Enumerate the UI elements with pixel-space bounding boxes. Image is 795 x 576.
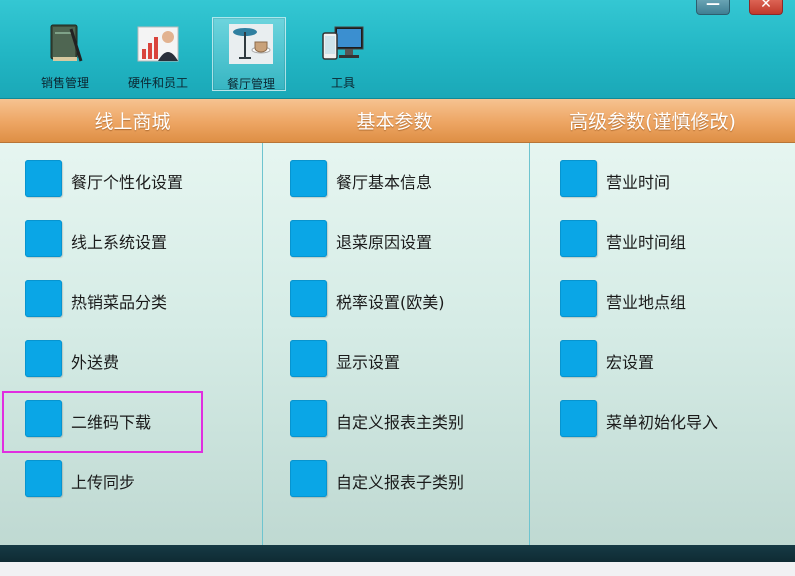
tile-icon xyxy=(25,340,62,377)
menu-item[interactable]: 显示设置 xyxy=(290,340,530,380)
footer-bar xyxy=(0,545,795,562)
devices-icon xyxy=(322,26,364,60)
menu-item[interactable]: 税率设置(欧美) xyxy=(290,280,530,320)
toolbar-label: 工具 xyxy=(330,76,355,90)
ledger-book-icon xyxy=(50,24,83,62)
minimize-icon: — xyxy=(706,0,720,12)
menu-item[interactable]: 餐厅基本信息 xyxy=(290,160,530,200)
top-toolbar: 销售管理 硬件和员工 餐厅管理 工具 — ✕ xyxy=(0,0,795,99)
tile-icon xyxy=(25,160,62,197)
bottom-strip xyxy=(0,562,795,576)
tile-icon xyxy=(560,400,597,437)
menu-item[interactable]: 营业地点组 xyxy=(560,280,795,320)
menu-item[interactable]: 上传同步 xyxy=(25,460,265,500)
staff-chart-icon xyxy=(137,26,179,62)
menu-item-label: 宏设置 xyxy=(606,353,655,372)
menu-item[interactable]: 线上系统设置 xyxy=(25,220,265,260)
menu-item-label: 退菜原因设置 xyxy=(336,233,433,252)
menu-item-label: 营业时间组 xyxy=(606,233,687,252)
tile-icon xyxy=(25,400,62,437)
menu-item-qrcode-download[interactable]: 二维码下载 xyxy=(25,400,265,440)
close-button[interactable]: ✕ xyxy=(749,0,783,15)
tile-icon xyxy=(25,460,62,497)
tile-icon xyxy=(290,220,327,257)
menu-item[interactable]: 外送费 xyxy=(25,340,265,380)
menu-item[interactable]: 自定义报表主类别 xyxy=(290,400,530,440)
menu-item-label: 热销菜品分类 xyxy=(71,293,168,312)
tile-icon xyxy=(290,160,327,197)
menu-item[interactable]: 热销菜品分类 xyxy=(25,280,265,320)
menu-item-label: 线上系统设置 xyxy=(71,233,168,252)
menu-item[interactable]: 餐厅个性化设置 xyxy=(25,160,265,200)
tile-icon xyxy=(290,280,327,317)
menu-item-label: 二维码下载 xyxy=(71,413,152,432)
column-header-bar: 线上商城 基本参数 高级参数(谨慎修改) xyxy=(0,99,795,143)
menu-item-label: 显示设置 xyxy=(336,353,401,372)
menu-item-label: 外送费 xyxy=(71,353,120,372)
toolbar-label: 销售管理 xyxy=(40,76,89,90)
menu-item-label: 上传同步 xyxy=(71,473,136,492)
menu-item-label: 营业地点组 xyxy=(606,293,687,312)
tile-icon xyxy=(25,220,62,257)
tile-icon xyxy=(290,400,327,437)
menu-item[interactable]: 菜单初始化导入 xyxy=(560,400,795,440)
menu-item[interactable]: 退菜原因设置 xyxy=(290,220,530,260)
menu-item-label: 餐厅基本信息 xyxy=(336,173,433,192)
toolbar-label: 硬件和员工 xyxy=(127,76,188,90)
tile-icon xyxy=(560,340,597,377)
toolbar-label: 餐厅管理 xyxy=(226,77,275,91)
menu-item-label: 营业时间 xyxy=(606,173,671,192)
menu-item[interactable]: 宏设置 xyxy=(560,340,795,380)
tile-icon xyxy=(560,220,597,257)
toolbar-item-tools[interactable]: 工具 xyxy=(305,17,379,91)
column-title-advanced-params: 高级参数(谨慎修改) xyxy=(569,111,736,133)
toolbar-item-sales[interactable]: 销售管理 xyxy=(27,17,101,91)
tile-icon xyxy=(290,460,327,497)
toolbar-item-hardware-staff[interactable]: 硬件和员工 xyxy=(120,17,194,91)
menu-item[interactable]: 自定义报表子类别 xyxy=(290,460,530,500)
tile-icon xyxy=(290,340,327,377)
menu-item-label: 餐厅个性化设置 xyxy=(71,173,184,192)
close-icon: ✕ xyxy=(760,0,772,12)
tile-icon xyxy=(25,280,62,317)
tile-icon xyxy=(560,160,597,197)
menu-item-label: 自定义报表主类别 xyxy=(336,413,465,432)
settings-panel: 线上商城 基本参数 高级参数(谨慎修改) 餐厅个性化设置 线上系统设置 热销菜品… xyxy=(0,99,795,545)
tile-icon xyxy=(560,280,597,317)
menu-item-label: 税率设置(欧美) xyxy=(336,293,445,312)
menu-item[interactable]: 营业时间 xyxy=(560,160,795,200)
column-title-online-mall: 线上商城 xyxy=(94,111,171,133)
menu-item-label: 自定义报表子类别 xyxy=(336,473,465,492)
menu-item[interactable]: 营业时间组 xyxy=(560,220,795,260)
column-title-basic-params: 基本参数 xyxy=(356,111,433,133)
toolbar-item-restaurant[interactable]: 餐厅管理 xyxy=(212,17,286,91)
restaurant-table-icon xyxy=(229,24,273,64)
menu-item-label: 菜单初始化导入 xyxy=(606,413,719,432)
minimize-button[interactable]: — xyxy=(696,0,730,15)
